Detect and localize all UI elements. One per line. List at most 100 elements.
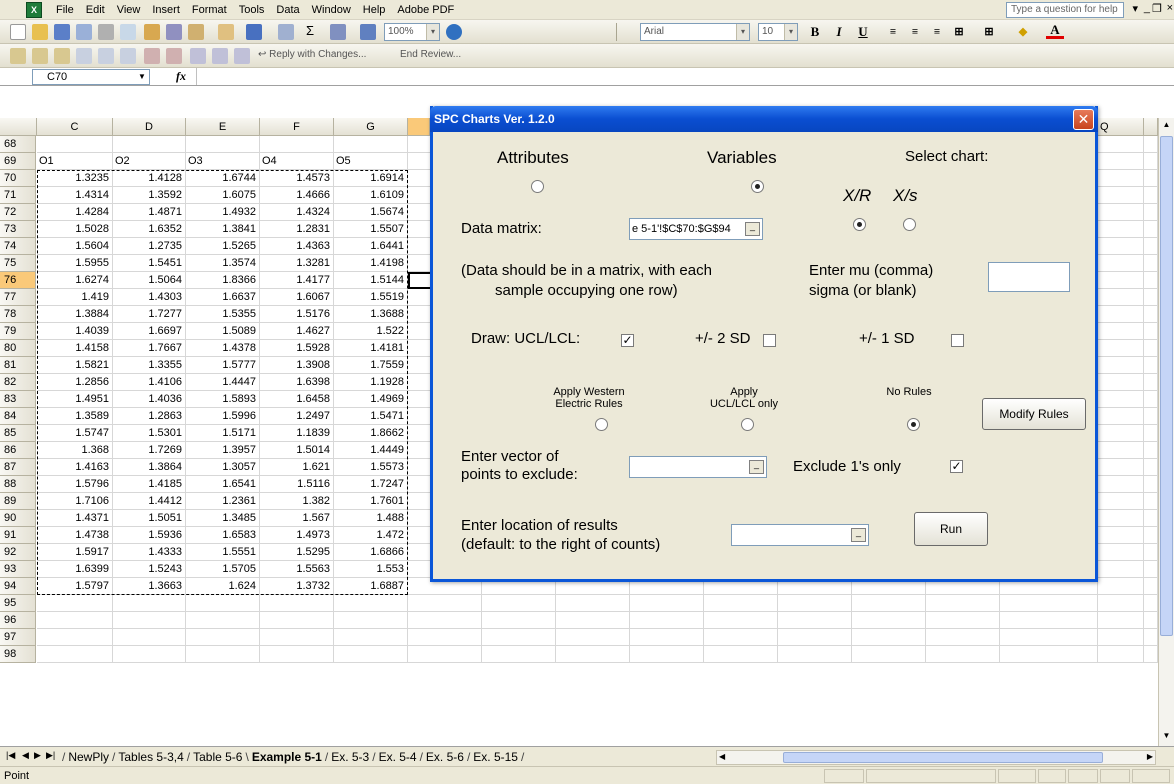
row-header[interactable]: 80 [0, 340, 36, 357]
col-header-f[interactable]: F [260, 118, 334, 136]
font-size-select[interactable]: 10 ▾ [758, 23, 798, 41]
table-cell[interactable]: 1.3592 [113, 187, 186, 204]
table-cell[interactable] [1144, 153, 1158, 170]
horizontal-scroll-thumb[interactable] [783, 752, 1103, 763]
table-cell[interactable] [1144, 187, 1158, 204]
table-cell[interactable]: 1.7277 [113, 306, 186, 323]
font-color-icon[interactable]: A [1046, 23, 1064, 39]
menu-help[interactable]: Help [363, 4, 386, 16]
scroll-up-icon[interactable]: ▲ [1160, 120, 1173, 133]
row-header[interactable]: 82 [0, 374, 36, 391]
table-cell[interactable]: 1.3732 [260, 578, 334, 595]
table-cell[interactable]: 1.8662 [334, 425, 408, 442]
table-cell[interactable] [1098, 170, 1144, 187]
open-icon[interactable] [32, 24, 48, 40]
table-cell[interactable]: 1.5176 [260, 306, 334, 323]
table-cell[interactable]: 1.488 [334, 510, 408, 527]
table-cell[interactable]: 1.5821 [37, 357, 113, 374]
table-cell[interactable]: 1.3884 [37, 306, 113, 323]
table-cell[interactable]: O2 [113, 153, 186, 170]
row-header[interactable]: 93 [0, 561, 36, 578]
fx-icon[interactable]: fx [176, 69, 186, 84]
table-cell[interactable]: 1.4363 [260, 238, 334, 255]
row-header[interactable]: 68 [0, 136, 36, 153]
table-cell[interactable]: O5 [334, 153, 408, 170]
table-cell[interactable]: 1.1839 [260, 425, 334, 442]
table-cell[interactable]: 1.6067 [260, 289, 334, 306]
row-header[interactable]: 89 [0, 493, 36, 510]
row-header[interactable]: 91 [0, 527, 36, 544]
table-cell[interactable]: 1.5471 [334, 408, 408, 425]
table-cell[interactable]: 1.1928 [334, 374, 408, 391]
table-cell[interactable] [1098, 374, 1144, 391]
table-cell[interactable] [778, 595, 852, 612]
table-cell[interactable] [1144, 442, 1158, 459]
table-cell[interactable] [1098, 629, 1144, 646]
table-cell[interactable]: 1.6866 [334, 544, 408, 561]
prev-sheet-icon[interactable]: ◀ [22, 750, 29, 761]
table-cell[interactable]: 1.5116 [260, 476, 334, 493]
table-cell[interactable] [1144, 493, 1158, 510]
table-cell[interactable]: O3 [186, 153, 260, 170]
scroll-right-icon[interactable]: ▶ [1147, 752, 1153, 761]
table-cell[interactable] [482, 595, 556, 612]
table-cell[interactable]: 1.4036 [113, 391, 186, 408]
table-cell[interactable]: 1.5551 [186, 544, 260, 561]
table-cell[interactable]: 1.2361 [186, 493, 260, 510]
collapse-dialog-icon[interactable]: _ [749, 460, 764, 474]
table-cell[interactable] [1098, 561, 1144, 578]
table-cell[interactable] [1098, 306, 1144, 323]
row-header[interactable]: 81 [0, 357, 36, 374]
first-sheet-icon[interactable]: |◀ [6, 750, 15, 761]
table-cell[interactable]: 1.4666 [260, 187, 334, 204]
table-cell[interactable] [37, 595, 113, 612]
table-cell[interactable] [113, 136, 186, 153]
table-cell[interactable]: 1.5604 [37, 238, 113, 255]
table-cell[interactable] [630, 629, 704, 646]
chevron-down-icon[interactable]: ▼ [135, 70, 149, 84]
table-cell[interactable]: 1.6887 [334, 578, 408, 595]
table-cell[interactable] [704, 629, 778, 646]
sheet-tab[interactable]: Ex. 5-4 [376, 750, 420, 764]
table-cell[interactable]: 1.419 [37, 289, 113, 306]
table-cell[interactable]: 1.3589 [37, 408, 113, 425]
table-cell[interactable]: 1.472 [334, 527, 408, 544]
table-cell[interactable] [1098, 578, 1144, 595]
row-header[interactable]: 84 [0, 408, 36, 425]
table-cell[interactable]: 1.6637 [186, 289, 260, 306]
table-cell[interactable]: 1.2831 [260, 221, 334, 238]
dialog-close-button[interactable]: ✕ [1073, 109, 1094, 130]
table-cell[interactable] [1098, 221, 1144, 238]
align-center-icon[interactable]: ≡ [906, 23, 924, 41]
xr-chart-radio[interactable] [853, 218, 866, 231]
sheet-tab[interactable]: NewPly [65, 750, 112, 764]
table-cell[interactable] [704, 646, 778, 663]
table-cell[interactable]: 1.3485 [186, 510, 260, 527]
table-cell[interactable]: 1.5573 [334, 459, 408, 476]
col-header-q[interactable]: Q [1098, 118, 1144, 136]
table-cell[interactable] [1098, 544, 1144, 561]
row-header[interactable]: 85 [0, 425, 36, 442]
row-header[interactable]: 69 [0, 153, 36, 170]
delete-ink-icon[interactable] [166, 48, 182, 64]
show-all-comments-icon[interactable] [98, 48, 114, 64]
col-header-g[interactable]: G [334, 118, 408, 136]
last-sheet-icon[interactable]: ▶| [46, 750, 55, 761]
table-cell[interactable]: 1.5507 [334, 221, 408, 238]
table-cell[interactable]: 1.4185 [113, 476, 186, 493]
table-cell[interactable] [778, 612, 852, 629]
table-cell[interactable]: 1.4163 [37, 459, 113, 476]
table-cell[interactable]: 1.4128 [113, 170, 186, 187]
table-cell[interactable] [1098, 408, 1144, 425]
table-cell[interactable]: 1.5996 [186, 408, 260, 425]
table-cell[interactable] [260, 646, 334, 663]
menu-adobe-pdf[interactable]: Adobe PDF [397, 4, 454, 16]
table-cell[interactable] [852, 629, 926, 646]
sheet-tab[interactable]: Tables 5-3,4 [115, 750, 186, 764]
show-comment-icon[interactable] [76, 48, 92, 64]
table-cell[interactable] [1098, 646, 1144, 663]
table-cell[interactable] [1098, 357, 1144, 374]
table-cell[interactable]: 1.7559 [334, 357, 408, 374]
variables-radio[interactable] [751, 180, 764, 193]
table-cell[interactable]: 1.5893 [186, 391, 260, 408]
